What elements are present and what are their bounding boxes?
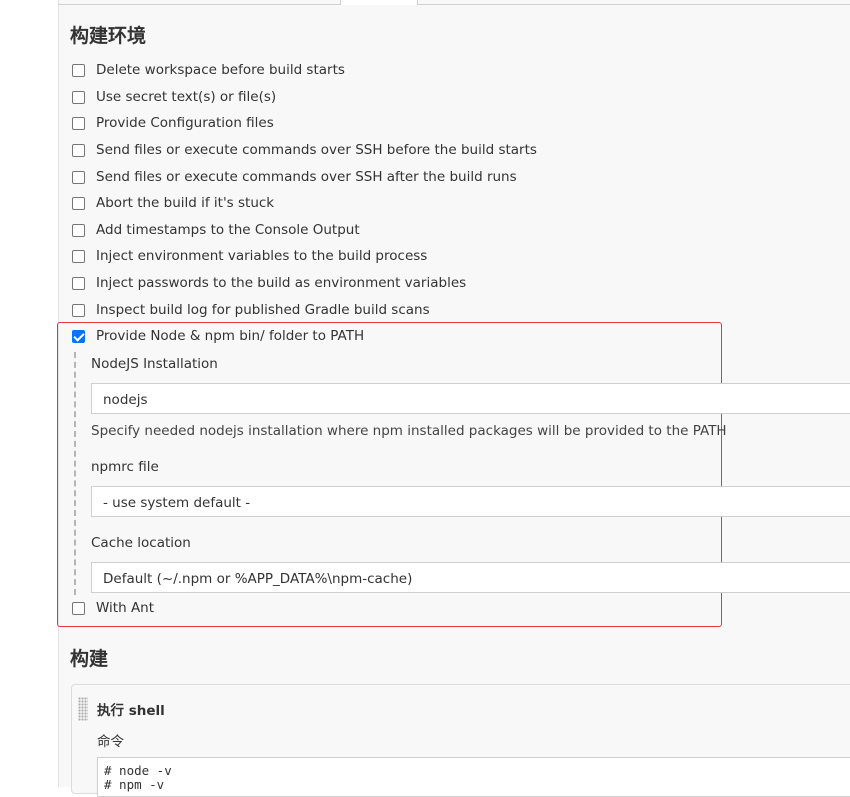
checkbox-checked[interactable]	[72, 329, 85, 343]
checkbox[interactable]	[72, 223, 85, 237]
option-label: Send files or execute commands over SSH …	[96, 142, 537, 158]
option-label: Use secret text(s) or file(s)	[96, 89, 277, 105]
option-inject-env[interactable]: Inject environment variables to the buil…	[72, 245, 427, 267]
checkbox[interactable]	[72, 170, 85, 184]
option-secret-text[interactable]: Use secret text(s) or file(s)	[72, 86, 276, 108]
option-delete-workspace[interactable]: Delete workspace before build starts	[72, 59, 345, 81]
option-with-ant[interactable]: With Ant	[72, 597, 154, 619]
option-label: Inject environment variables to the buil…	[96, 248, 428, 264]
checkbox[interactable]	[72, 276, 85, 290]
option-provide-node[interactable]: Provide Node & npm bin/ folder to PATH	[72, 325, 364, 347]
option-label: Provide Node & npm bin/ folder to PATH	[96, 328, 365, 344]
checkbox[interactable]	[72, 143, 85, 157]
option-label: Send files or execute commands over SSH …	[96, 169, 517, 185]
option-abort-stuck[interactable]: Abort the build if it's stuck	[72, 192, 274, 214]
checkbox[interactable]	[72, 303, 85, 317]
build-title: 构建	[70, 648, 109, 670]
build-step-title: 执行 shell	[97, 703, 165, 719]
option-label: Delete workspace before build starts	[96, 62, 345, 78]
checkbox[interactable]	[72, 249, 85, 263]
drag-handle-icon[interactable]	[78, 697, 88, 721]
checkbox[interactable]	[72, 601, 85, 615]
command-textarea[interactable]: # node -v # npm -v	[97, 757, 850, 797]
npmrc-file-select[interactable]: - use system default -	[91, 486, 850, 517]
checkbox[interactable]	[72, 116, 85, 130]
nodejs-installation-select[interactable]: nodejs	[91, 383, 850, 414]
option-gradle-scans[interactable]: Inspect build log for published Gradle b…	[72, 299, 430, 321]
option-label: Provide Configuration files	[96, 115, 274, 131]
cache-location-select[interactable]: Default (~/.npm or %APP_DATA%\npm-cache)	[91, 562, 850, 593]
build-environment-title: 构建环境	[70, 25, 147, 47]
option-ssh-after[interactable]: Send files or execute commands over SSH …	[72, 166, 517, 188]
cache-location-label: Cache location	[91, 535, 191, 551]
npmrc-file-label: npmrc file	[91, 459, 159, 475]
option-label: Abort the build if it's stuck	[96, 195, 275, 211]
tab-active[interactable]	[340, 0, 418, 5]
nodejs-installation-label: NodeJS Installation	[91, 356, 218, 372]
checkbox[interactable]	[72, 63, 85, 77]
option-timestamps[interactable]: Add timestamps to the Console Output	[72, 219, 360, 241]
tab-divider	[58, 4, 850, 5]
option-config-files[interactable]: Provide Configuration files	[72, 112, 274, 134]
checkbox[interactable]	[72, 196, 85, 210]
command-label: 命令	[97, 734, 124, 750]
option-ssh-before[interactable]: Send files or execute commands over SSH …	[72, 139, 537, 161]
option-label: With Ant	[96, 600, 155, 616]
option-label: Add timestamps to the Console Output	[96, 222, 360, 238]
nested-indent-line	[74, 352, 76, 595]
checkbox[interactable]	[72, 90, 85, 104]
option-label: Inject passwords to the build as environ…	[96, 275, 467, 291]
option-label: Inspect build log for published Gradle b…	[96, 302, 430, 318]
nodejs-installation-help: Specify needed nodejs installation where…	[91, 423, 727, 439]
option-inject-passwords[interactable]: Inject passwords to the build as environ…	[72, 272, 466, 294]
top-tab-strip	[58, 0, 850, 5]
